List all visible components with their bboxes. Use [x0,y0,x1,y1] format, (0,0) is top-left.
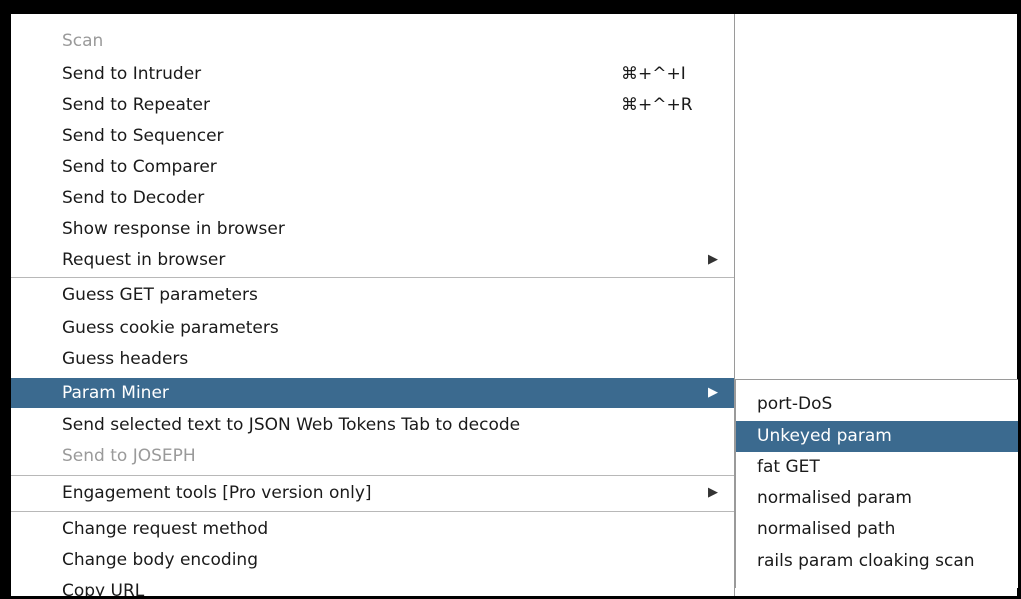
menu-item-guess-cookie-parameters[interactable]: Guess cookie parameters [11,313,734,343]
submenu-item-label: rails param cloaking scan [757,551,975,571]
keyboard-shortcut: ⌘+^+I [621,64,686,84]
submenu-item-unkeyed-param[interactable]: Unkeyed param [736,421,1018,452]
menu-item-send-to-intruder[interactable]: Send to Intruder ⌘+^+I [11,59,734,89]
menu-separator [11,277,734,278]
menu-item-scan: Scan [11,26,734,56]
menu-item-label: Send to Sequencer [62,126,224,146]
menu-item-label: Send to Comparer [62,157,217,177]
menu-item-label: Param Miner [62,383,169,403]
menu-item-label: Copy URL [62,581,145,596]
menu-item-label: Show response in browser [62,219,285,239]
menu-item-send-to-sequencer[interactable]: Send to Sequencer [11,121,734,151]
context-menu: Scan Send to Intruder ⌘+^+I Send to Repe… [11,14,735,596]
menu-item-label: Send to Intruder [62,64,202,84]
submenu-item-fat-get[interactable]: fat GET [736,452,1018,483]
menu-item-send-to-repeater[interactable]: Send to Repeater ⌘+^+R [11,90,734,120]
window-frame-top [0,0,1021,14]
menu-item-label: Guess cookie parameters [62,318,279,338]
submenu-item-label: normalised param [757,488,912,508]
menu-item-send-to-decoder[interactable]: Send to Decoder [11,183,734,213]
menu-item-label: Guess GET parameters [62,285,258,305]
menu-item-engagement-tools[interactable]: Engagement tools [Pro version only] ▶ [11,478,734,508]
menu-item-label: Engagement tools [Pro version only] [62,483,372,503]
menu-item-send-to-jwt-tab[interactable]: Send selected text to JSON Web Tokens Ta… [11,410,734,440]
menu-item-label: Send to Repeater [62,95,210,115]
submenu-item-port-dos[interactable]: port-DoS [736,389,1018,420]
menu-item-label: Send to JOSEPH [62,446,196,466]
window-frame-left [0,0,11,599]
menu-separator [11,511,734,512]
menu-item-label: Send to Decoder [62,188,205,208]
menu-item-send-to-joseph: Send to JOSEPH [11,441,734,471]
submenu-arrow-icon: ▶ [708,485,718,500]
submenu-item-label: port-DoS [757,394,833,414]
menu-item-copy-url[interactable]: Copy URL [11,576,734,596]
menu-item-guess-headers[interactable]: Guess headers [11,344,734,374]
menu-item-label: Send selected text to JSON Web Tokens Ta… [62,415,521,435]
menu-item-request-in-browser[interactable]: Request in browser ▶ [11,245,734,275]
submenu-item-normalised-param[interactable]: normalised param [736,483,1018,514]
menu-item-label: Request in browser [62,250,226,270]
submenu-arrow-icon: ▶ [708,385,718,400]
param-miner-submenu: port-DoS Unkeyed param fat GET normalise… [735,379,1018,588]
menu-item-param-miner[interactable]: Param Miner ▶ [11,378,734,408]
menu-item-label: Guess headers [62,349,189,369]
submenu-item-label: normalised path [757,519,896,539]
menu-item-change-body-encoding[interactable]: Change body encoding [11,545,734,575]
submenu-item-rails-param-cloaking-scan[interactable]: rails param cloaking scan [736,546,1018,577]
menu-item-show-response-in-browser[interactable]: Show response in browser [11,214,734,244]
menu-item-change-request-method[interactable]: Change request method [11,514,734,544]
submenu-item-normalised-path[interactable]: normalised path [736,514,1018,545]
menu-item-label: Scan [62,31,104,51]
submenu-item-label: Unkeyed param [757,426,892,446]
submenu-arrow-icon: ▶ [708,252,718,267]
menu-item-guess-get-parameters[interactable]: Guess GET parameters [11,280,734,310]
menu-item-label: Change request method [62,519,269,539]
menu-item-label: Change body encoding [62,550,258,570]
menu-separator [11,475,734,476]
keyboard-shortcut: ⌘+^+R [621,95,693,115]
submenu-item-label: fat GET [757,457,820,477]
menu-item-send-to-comparer[interactable]: Send to Comparer [11,152,734,182]
